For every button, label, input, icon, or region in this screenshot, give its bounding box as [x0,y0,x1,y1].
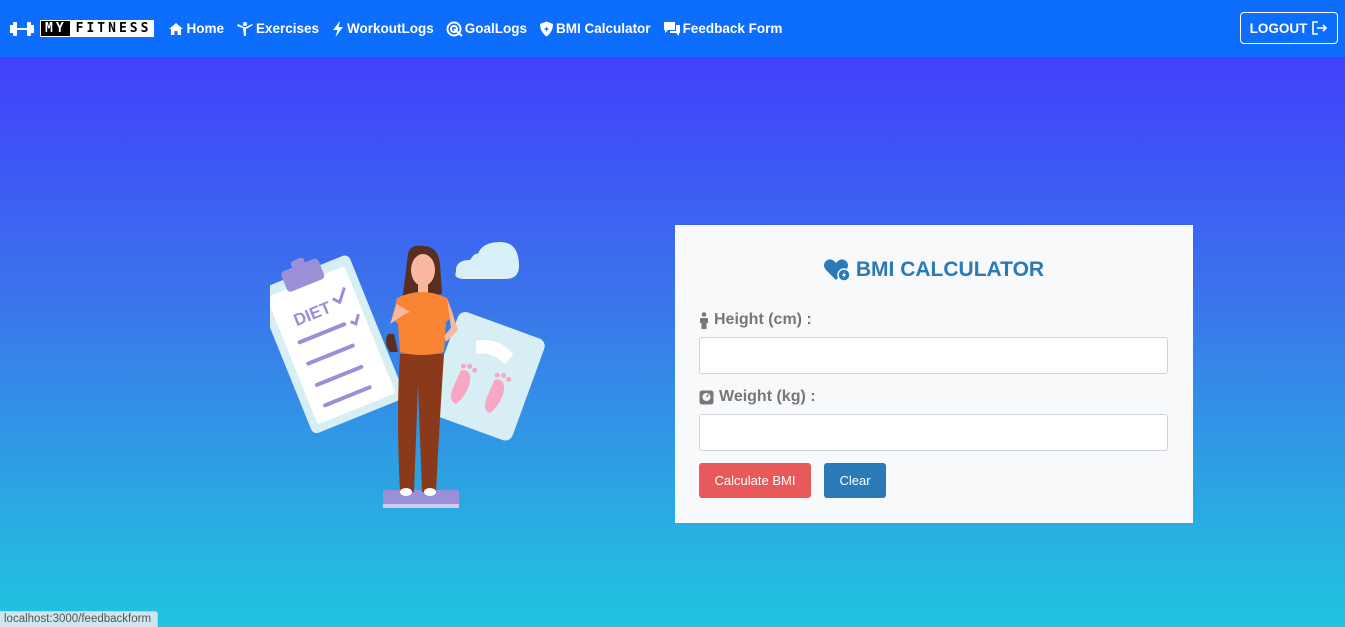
nav-exercises[interactable]: Exercises [236,21,319,37]
height-label: Height (cm) : [699,311,812,329]
logout-icon [1312,21,1328,35]
nav-workoutlogs-label: WorkoutLogs [347,21,434,36]
nav-home[interactable]: Home [168,21,224,36]
brand-wordmark: MY FITNESS [40,20,155,37]
shield-icon [540,21,554,36]
card-title: BMI CALCULATOR [675,258,1193,282]
brand-fitness: FITNESS [75,21,152,36]
target-icon [446,21,463,37]
weight-input[interactable] [699,414,1168,451]
nav-bmi-calculator[interactable]: BMI Calculator [539,21,651,37]
nav-workoutlogs[interactable]: WorkoutLogs [331,20,434,37]
bmi-card: BMI CALCULATOR Height (cm) : Weight (kg)… [675,225,1193,523]
calculate-bmi-button[interactable]: Calculate BMI [699,463,811,498]
brand-logo[interactable]: MY FITNESS [10,0,155,57]
clipboard: DIET [270,255,405,434]
speech-cloud [455,242,520,279]
exercise-icon [236,21,253,36]
weight-label: Weight (kg) : [699,388,816,406]
nav-goallogs-label: GoalLogs [464,21,528,36]
brand-my: MY [41,21,70,36]
height-input[interactable] [699,337,1168,374]
status-bar-url: localhost:3000/feedbackform [0,611,159,627]
nav-feedback-form[interactable]: Feedback Form [663,21,783,37]
height-label-text: Height (cm) : [714,311,812,328]
nav-exercises-label: Exercises [255,21,320,36]
card-title-text: BMI CALCULATOR [855,258,1045,281]
chat-icon [663,21,680,36]
logout-button[interactable]: LOGOUT [1240,12,1338,44]
navbar: MY FITNESS Home Exercises WorkoutLogs Go… [0,0,1345,57]
clear-button[interactable]: Clear [824,463,886,498]
nav-home-label: Home [186,21,224,36]
person-icon [700,311,708,329]
nav-links: Home Exercises WorkoutLogs GoalLogs BMI … [168,20,794,37]
weight-scale-icon [699,390,714,404]
nav-bmi-label: BMI Calculator [556,21,651,36]
weight-label-text: Weight (kg) : [719,388,816,405]
lightning-icon [333,20,344,37]
nav-goallogs[interactable]: GoalLogs [446,21,527,37]
diet-illustration: DIET [270,242,545,508]
dumbbell-icon [10,20,34,38]
logout-label: LOGOUT [1249,20,1308,36]
home-icon [169,22,184,35]
nav-feedback-label: Feedback Form [682,21,783,36]
heart-icon [823,259,851,282]
